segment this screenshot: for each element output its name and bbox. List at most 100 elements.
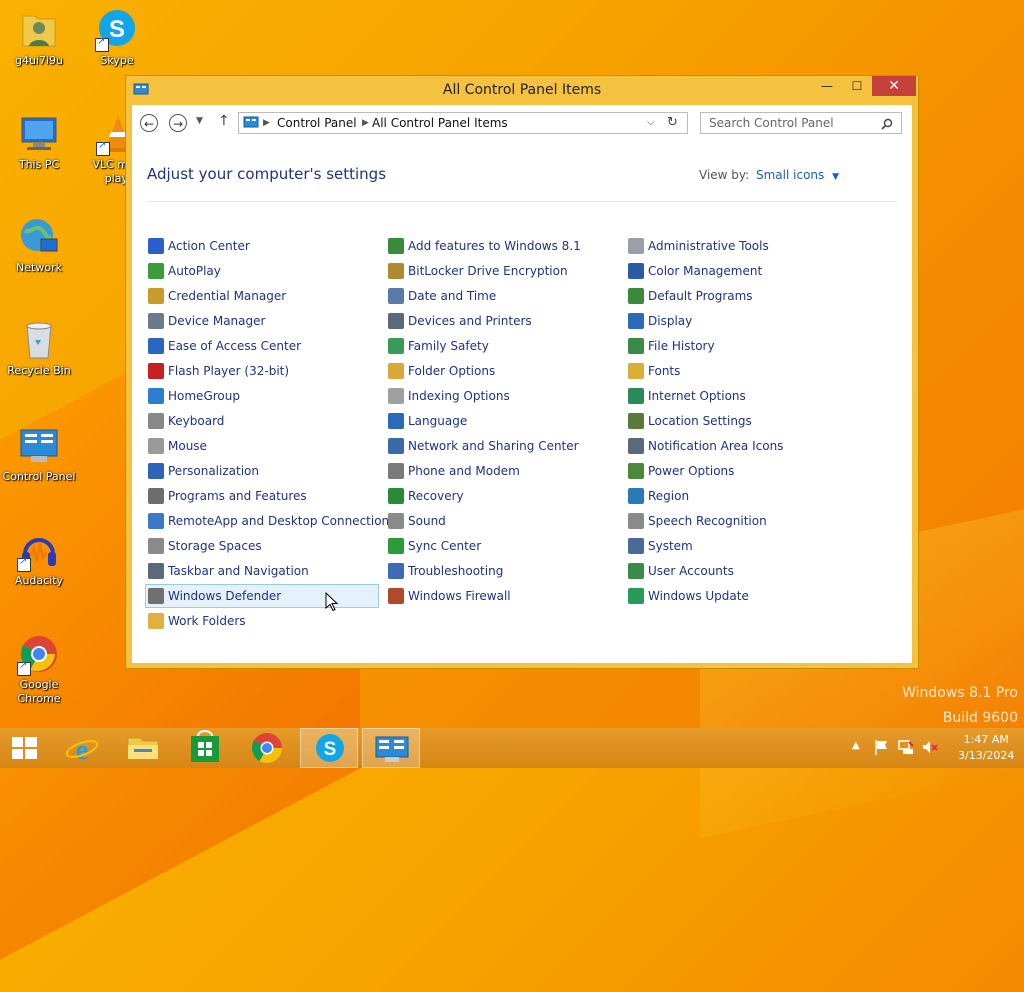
desktop-icon-vlc[interactable]: VLC m play <box>78 112 128 186</box>
vault-icon <box>148 288 164 304</box>
control-panel-item[interactable]: Device Manager <box>146 310 378 332</box>
address-bar[interactable]: ▶ Control Panel ▶ All Control Panel Item… <box>238 112 688 134</box>
control-panel-item[interactable]: Windows Defender <box>145 584 379 608</box>
control-panel-item[interactable]: Internet Options <box>626 385 858 407</box>
control-panel-item[interactable]: Administrative Tools <box>626 235 858 257</box>
taskbar-internet-explorer[interactable]: e <box>53 728 111 768</box>
search-icon[interactable] <box>881 113 893 133</box>
control-panel-item[interactable]: Recovery <box>386 485 618 507</box>
taskbar-file-explorer[interactable] <box>114 728 172 768</box>
desktop-icon-skype[interactable]: S Skype <box>78 8 156 68</box>
control-panel-item[interactable]: File History <box>626 335 858 357</box>
control-panel-item[interactable]: Network and Sharing Center <box>386 435 618 457</box>
control-panel-item[interactable]: Taskbar and Navigation <box>146 560 378 582</box>
control-panel-item[interactable]: Family Safety <box>386 335 618 357</box>
speaker-icon <box>388 513 404 529</box>
show-hidden-icons-chevron-icon[interactable]: ▲ <box>852 740 860 751</box>
control-panel-item[interactable]: Windows Firewall <box>386 585 618 607</box>
control-panel-item[interactable]: Work Folders <box>146 610 378 632</box>
breadcrumb-all-items[interactable]: All Control Panel Items <box>372 113 508 133</box>
family-icon <box>388 338 404 354</box>
fonts-icon <box>628 363 644 379</box>
address-dropdown-chevron-icon[interactable]: ⌵ <box>647 113 655 133</box>
flag-icon <box>148 238 164 254</box>
desktop-icon-recycle-bin[interactable]: Recycle Bin <box>0 318 78 378</box>
maximize-button[interactable]: ☐ <box>842 76 872 96</box>
control-panel-item[interactable]: Personalization <box>146 460 378 482</box>
breadcrumb-control-panel[interactable]: Control Panel <box>277 113 357 133</box>
control-panel-item[interactable]: Flash Player (32-bit) <box>146 360 378 382</box>
control-panel-item[interactable]: Phone and Modem <box>386 460 618 482</box>
control-panel-item[interactable]: Display <box>626 310 858 332</box>
control-panel-item[interactable]: Color Management <box>626 260 858 282</box>
taskbar-control-panel[interactable] <box>362 728 420 768</box>
taskbar-skype[interactable]: S <box>300 728 358 768</box>
control-panel-item[interactable]: System <box>626 535 858 557</box>
control-panel-item-label: Internet Options <box>648 389 746 403</box>
action-center-flag-icon[interactable] <box>873 738 889 759</box>
control-panel-item-label: Troubleshooting <box>408 564 504 578</box>
file-history-icon <box>628 338 644 354</box>
refresh-icon[interactable]: ↻ <box>667 113 678 133</box>
control-panel-item[interactable]: Keyboard <box>146 410 378 432</box>
control-panel-item-label: Windows Firewall <box>408 589 511 603</box>
control-panel-item[interactable]: User Accounts <box>626 560 858 582</box>
desktop-icon-chrome[interactable]: Google Chrome <box>0 632 78 706</box>
start-button[interactable] <box>0 728 58 768</box>
control-panel-item[interactable]: Mouse <box>146 435 378 457</box>
control-panel-item[interactable]: Folder Options <box>386 360 618 382</box>
clock[interactable]: 1:47 AM 3/13/2024 <box>958 733 1014 762</box>
control-panel-item[interactable]: Region <box>626 485 858 507</box>
control-panel-item[interactable]: Notification Area Icons <box>626 435 858 457</box>
control-panel-item[interactable]: Action Center <box>146 235 378 257</box>
control-panel-item[interactable]: Add features to Windows 8.1 <box>386 235 618 257</box>
close-button[interactable]: ✕ <box>872 76 916 96</box>
control-panel-item-label: Device Manager <box>168 314 266 328</box>
desktop-icon-user-folder[interactable]: g4ui7i9u <box>0 8 78 68</box>
desktop-icon-this-pc[interactable]: This PC <box>0 112 78 172</box>
control-panel-item[interactable]: Sync Center <box>386 535 618 557</box>
control-panel-item[interactable]: Location Settings <box>626 410 858 432</box>
admin-tools-icon <box>628 238 644 254</box>
control-panel-item[interactable]: Sound <box>386 510 618 532</box>
control-panel-item[interactable]: Ease of Access Center <box>146 335 378 357</box>
volume-muted-icon[interactable] <box>921 738 939 759</box>
control-panel-item[interactable]: BitLocker Drive Encryption <box>386 260 618 282</box>
view-by-dropdown[interactable]: Small icons ▼ <box>756 168 839 182</box>
control-panel-item[interactable]: Troubleshooting <box>386 560 618 582</box>
control-panel-item[interactable]: Speech Recognition <box>626 510 858 532</box>
devices-icon <box>388 313 404 329</box>
control-panel-item-label: User Accounts <box>648 564 734 578</box>
control-panel-item[interactable]: Indexing Options <box>386 385 618 407</box>
control-panel-item[interactable]: AutoPlay <box>146 260 378 282</box>
control-panel-item[interactable]: Fonts <box>626 360 858 382</box>
desktop-icon-network[interactable]: Network <box>0 215 78 275</box>
control-panel-item[interactable]: HomeGroup <box>146 385 378 407</box>
control-panel-item[interactable]: Storage Spaces <box>146 535 378 557</box>
search-input[interactable]: Search Control Panel <box>700 112 902 134</box>
window-title: All Control Panel Items <box>442 82 602 98</box>
taskbar-chrome[interactable] <box>238 728 296 768</box>
desktop-icon-audacity[interactable]: Audacity <box>0 528 78 588</box>
control-panel-item[interactable]: Windows Update <box>626 585 858 607</box>
desktop-icon-control-panel[interactable]: Control Panel <box>0 424 78 484</box>
control-panel-item-label: Speech Recognition <box>648 514 767 528</box>
up-button[interactable]: ↑ <box>218 113 230 129</box>
forward-button[interactable]: → <box>169 114 187 132</box>
control-panel-item[interactable]: Devices and Printers <box>386 310 618 332</box>
control-panel-item-label: Personalization <box>168 464 259 478</box>
control-panel-item[interactable]: Date and Time <box>386 285 618 307</box>
recent-locations-chevron-icon[interactable]: ▼ <box>196 116 203 126</box>
network-tray-icon[interactable] <box>897 738 915 759</box>
title-bar[interactable]: All Control Panel Items — ☐ ✕ <box>126 76 918 105</box>
control-panel-item[interactable]: RemoteApp and Desktop Connections <box>146 510 395 532</box>
minimize-button[interactable]: — <box>812 76 842 96</box>
control-panel-item[interactable]: Language <box>386 410 618 432</box>
control-panel-item[interactable]: Default Programs <box>626 285 858 307</box>
control-panel-item[interactable]: Programs and Features <box>146 485 378 507</box>
taskbar-store[interactable] <box>176 728 234 768</box>
back-button[interactable]: ← <box>140 114 158 132</box>
control-panel-item[interactable]: Power Options <box>626 460 858 482</box>
control-panel-item[interactable]: Credential Manager <box>146 285 378 307</box>
control-panel-item-label: Sync Center <box>408 539 482 553</box>
